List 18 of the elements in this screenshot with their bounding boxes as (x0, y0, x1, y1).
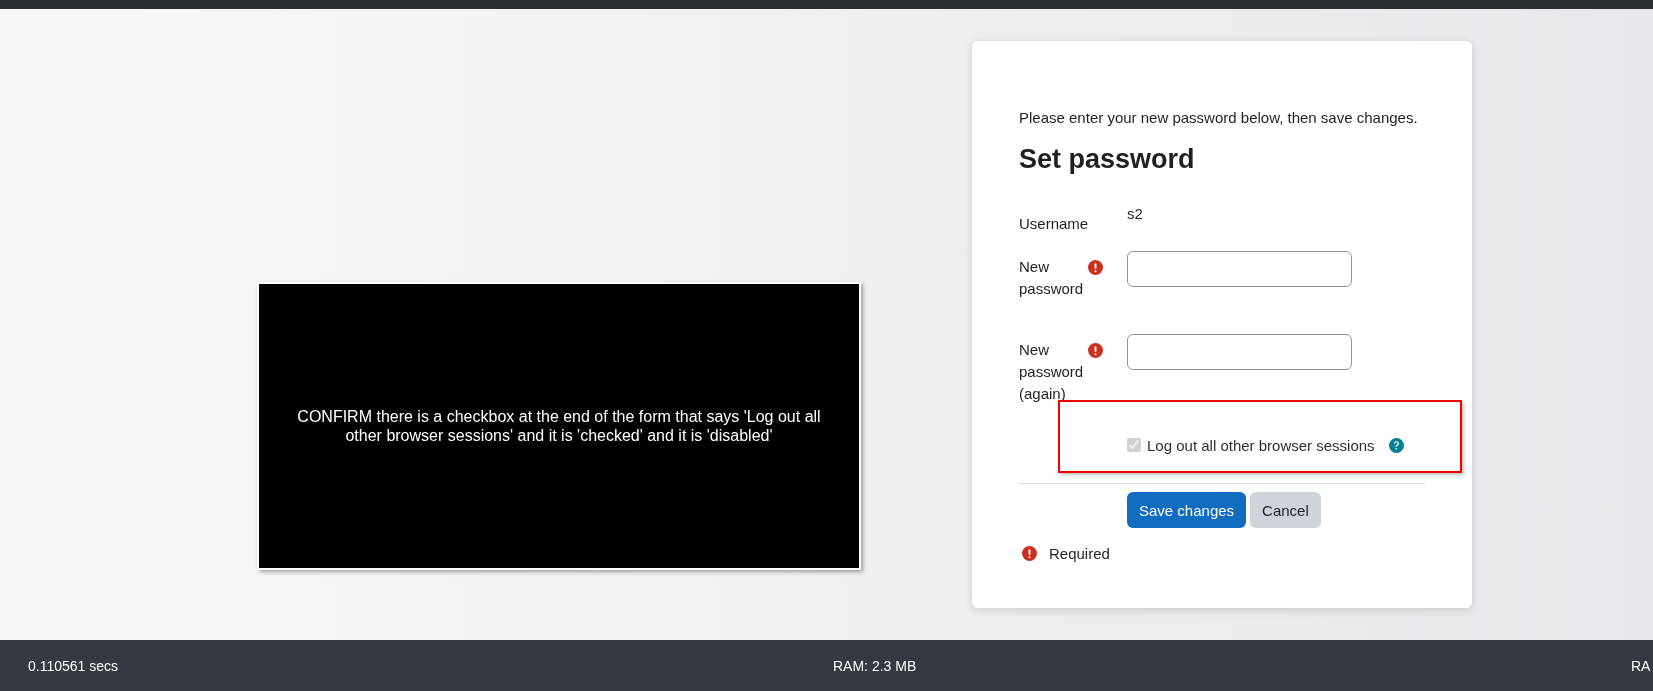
username-value: s2 (1127, 205, 1144, 224)
footer-text: RA (1631, 657, 1651, 674)
footer-text: RAM: 2.3 MB (833, 657, 917, 674)
cancel-button[interactable]: Cancel (1250, 492, 1321, 528)
password-field[interactable] (1127, 334, 1352, 370)
password-field[interactable] (1127, 251, 1352, 287)
field-label: New password (again) (1019, 340, 1085, 404)
required-note: Required (1049, 545, 1110, 562)
field-label: New password (1019, 257, 1085, 299)
instruction-text: CONFIRM there is a checkbox at the end of the form that says 'Log out all other browser sessions' and it is 'checked' and it is 'disabled' (296, 406, 822, 446)
checkbox-label: Log out all other browser sessions (1147, 436, 1375, 454)
page-title: Set password (1019, 144, 1196, 175)
help-icon[interactable] (1388, 437, 1404, 453)
save-button[interactable]: Save changes (1127, 492, 1247, 528)
footer-text: 0.110561 secs (28, 657, 119, 674)
required-icon (1022, 546, 1037, 561)
intro-text: Please enter your new password below, then save changes. (1019, 109, 1419, 126)
field-label: Username (1019, 214, 1087, 234)
